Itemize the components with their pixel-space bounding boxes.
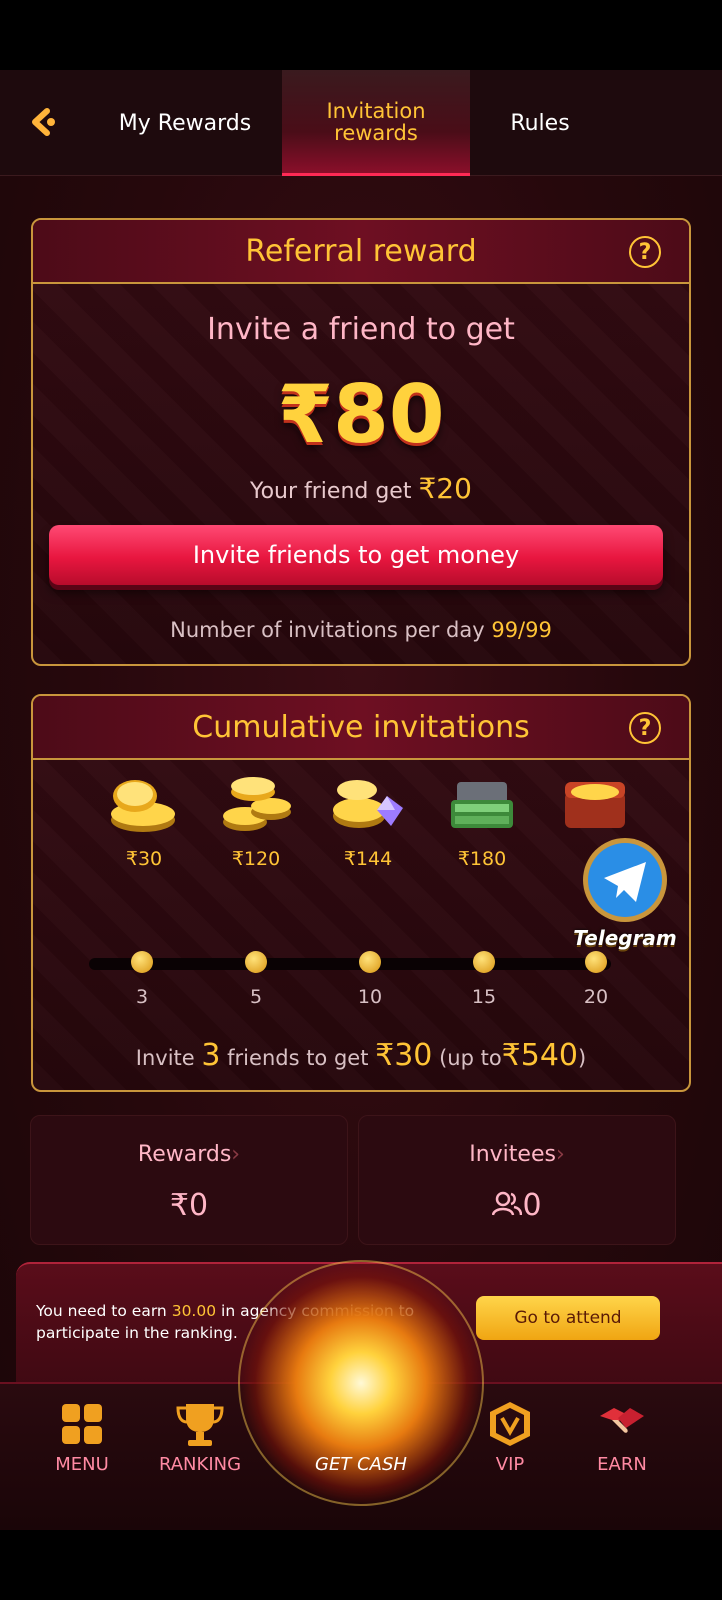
- bottom-nav: MENU RANKING GET CASH VIP EARN: [0, 1260, 722, 1530]
- coin-pile-icon: [223, 777, 291, 831]
- reward-amount-label: ₹30: [125, 848, 163, 870]
- invitations-per-day: Number of invitations per day 99/99: [33, 618, 689, 642]
- rewards-summary-box[interactable]: Rewards› ₹0: [30, 1115, 348, 1245]
- handshake-icon: [600, 1408, 644, 1433]
- per-day-count: 99/99: [491, 618, 552, 642]
- milestone-label: 10: [357, 986, 383, 1008]
- tab-rules[interactable]: Rules: [470, 70, 610, 176]
- treasure-chest-icon: [565, 782, 625, 828]
- cumulative-title: Cumulative invitations: [192, 709, 530, 745]
- back-button[interactable]: [22, 100, 66, 144]
- invite-friends-button[interactable]: Invite friends to get money: [49, 525, 663, 585]
- per-day-text: Number of invitations per day: [170, 618, 485, 642]
- vip-badge-icon: [490, 1402, 530, 1446]
- milestone-label: 20: [583, 986, 609, 1008]
- coin-stack-icon: [111, 780, 175, 832]
- tab-my-rewards[interactable]: My Rewards: [95, 70, 275, 176]
- top-tab-bar: My Rewards Invitation rewards Rules: [0, 70, 722, 176]
- rewards-title: Rewards›: [137, 1142, 241, 1167]
- treasure-cash-icon: [451, 782, 513, 828]
- milestone-label: 3: [135, 986, 149, 1008]
- telegram-button[interactable]: Telegram: [560, 830, 690, 960]
- milestone-label: 15: [471, 986, 497, 1008]
- reward-amount-label: ₹144: [343, 848, 393, 870]
- friend-reward-amount: ₹20: [418, 472, 472, 505]
- users-icon: [492, 1191, 523, 1216]
- invitees-title: Invitees›: [469, 1142, 565, 1167]
- app-screen: My Rewards Invitation rewards Rules Refe…: [0, 70, 722, 1530]
- chevron-right-icon: ›: [555, 1142, 565, 1167]
- milestone-node: [131, 951, 153, 973]
- friend-reward-text: Your friend get: [250, 479, 412, 504]
- invite-line: Invite a friend to get: [207, 312, 515, 347]
- rewards-value: ₹0: [169, 1188, 209, 1223]
- reward-amount-label: ₹120: [231, 848, 281, 870]
- cumulative-card-header: Cumulative invitations ?: [33, 696, 689, 760]
- progress-track: [89, 958, 611, 970]
- referral-card-header: Referral reward ?: [33, 220, 689, 284]
- milestone-node: [359, 951, 381, 973]
- nav-get-cash[interactable]: GET CASH: [286, 1454, 436, 1475]
- telegram-label: Telegram: [573, 926, 677, 950]
- trophy-icon: [176, 1404, 224, 1446]
- go-to-attend-button[interactable]: Go to attend: [476, 1296, 660, 1340]
- coins-gems-icon: [333, 780, 403, 828]
- tab-invitation-rewards[interactable]: Invitation rewards: [282, 70, 470, 176]
- help-icon[interactable]: ?: [629, 712, 661, 744]
- back-arrow-icon: [32, 108, 55, 136]
- referral-amount: ₹80: [277, 368, 445, 461]
- invitees-value: 0: [359, 1188, 675, 1223]
- cumulative-summary: Invite 3 friends to get ₹30 (up to₹540): [135, 1038, 587, 1073]
- invitees-summary-box[interactable]: Invitees› 0: [358, 1115, 676, 1245]
- milestone-node: [245, 951, 267, 973]
- chevron-right-icon: ›: [231, 1142, 241, 1167]
- friend-reward-line: Your friend get ₹20: [33, 472, 689, 505]
- referral-reward-card: Referral reward ? Invite a friend to get…: [31, 218, 691, 666]
- milestone-node: [473, 951, 495, 973]
- reward-amount-label: ₹180: [457, 848, 507, 870]
- referral-title: Referral reward: [245, 233, 477, 269]
- milestone-label: 5: [249, 986, 263, 1008]
- help-icon[interactable]: ?: [629, 236, 661, 268]
- menu-grid-icon: [62, 1404, 102, 1444]
